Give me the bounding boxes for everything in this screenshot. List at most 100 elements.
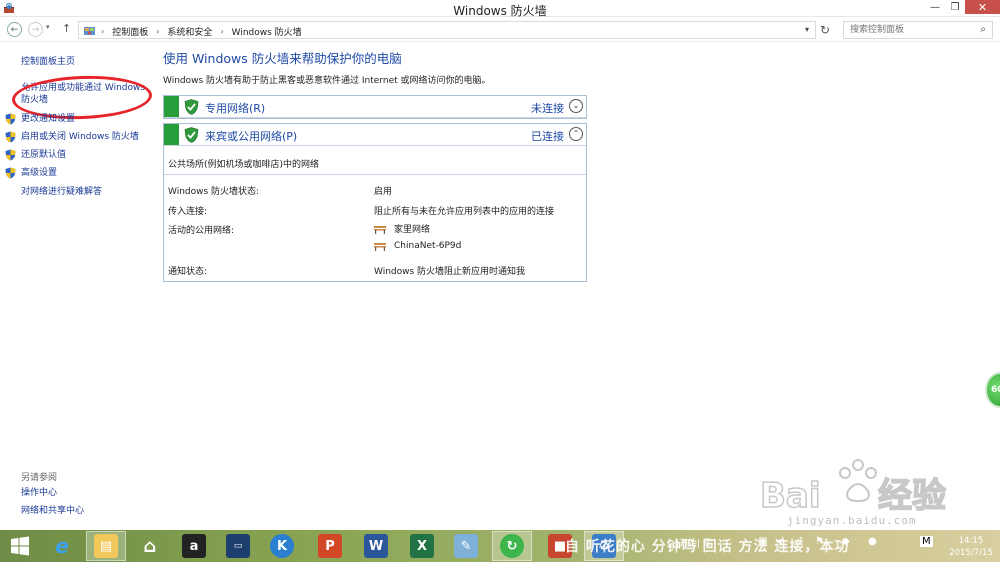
active-networks-label: 活动的公用网络: [168, 226, 235, 236]
network-item: ChinaNet-6P9d [374, 241, 461, 251]
allow-app-link-line2[interactable]: 防火墙 [21, 95, 48, 106]
public-network-bench-icon [374, 243, 386, 251]
breadcrumb-control-panel[interactable]: 控制面板 [112, 25, 148, 38]
minimize-button[interactable]: — [925, 0, 945, 14]
file-explorer-icon: ▤ [94, 534, 118, 558]
firewall-state-value: 启用 [374, 187, 393, 197]
breadcrumb-separator-icon[interactable]: › [220, 27, 223, 36]
see-also-heading: 另请参阅 [21, 473, 58, 483]
restore-defaults-link[interactable]: 还原默认值 [21, 149, 66, 161]
back-button[interactable]: ← [7, 22, 22, 37]
control-panel-home-link[interactable]: 控制面板主页 [21, 57, 75, 68]
paint-icon: ✎ [454, 534, 478, 558]
title-bar: Windows 防火墙 — ❐ ✕ [0, 0, 1000, 18]
page-description: Windows 防火墙有助于防止黑客或恶意软件通过 Internet 或网络访问… [163, 76, 491, 86]
restore-defaults-item[interactable]: 还原默认值 [5, 149, 66, 161]
firewall-state-label: Windows 防火墙状态: [168, 187, 260, 197]
maximize-button[interactable]: ❐ [945, 0, 965, 14]
address-dropdown-icon[interactable]: ▾ [805, 25, 809, 34]
breadcrumb-system-security[interactable]: 系统和安全 [167, 25, 212, 38]
allow-app-link-line1[interactable]: 允许应用或功能通过 Windows [21, 83, 145, 94]
public-network-header[interactable]: 来宾或公用网络(P) 已连接 ⌃ [164, 124, 586, 146]
advanced-settings-link[interactable]: 高级设置 [21, 167, 57, 179]
refresh-icon[interactable]: ↻ [820, 23, 830, 37]
public-network-bench-icon [374, 225, 386, 234]
network-sharing-center-link[interactable]: 网络和共享中心 [21, 506, 84, 517]
status-green-bar [164, 124, 179, 145]
windows-logo-icon [11, 536, 29, 556]
uac-shield-icon [5, 131, 16, 143]
left-navigation-pane: 控制面板主页 允许应用或功能通过 Windows 防火墙 更改通知设置 启用或关… [0, 43, 158, 530]
taskbar-file-explorer[interactable]: ▤ [86, 531, 126, 561]
address-box[interactable]: › 控制面板 › 系统和安全 › Windows 防火墙 ▾ [78, 21, 816, 39]
network-name: ChinaNet-6P9d [394, 241, 462, 251]
taskbar-excel[interactable]: X [402, 531, 442, 561]
home-icon: ⌂ [143, 535, 157, 557]
powerpoint-icon: P [318, 534, 342, 558]
close-button[interactable]: ✕ [965, 0, 1000, 14]
troubleshoot-link[interactable]: 对网络进行疑难解答 [21, 187, 102, 198]
forward-button[interactable]: → [28, 22, 43, 37]
taskbar-ie[interactable]: e [42, 531, 82, 561]
taskbar-word[interactable]: W [356, 531, 396, 561]
green-check-shield-icon [184, 99, 199, 115]
private-network-section: 专用网络(R) 未连接 ⌄ [163, 95, 587, 119]
taskbar-home[interactable]: ⌂ [130, 531, 170, 561]
public-network-title: 来宾或公用网络(P) [205, 130, 298, 143]
incoming-connections-value: 阻止所有与未在允许应用列表中的应用的连接 [374, 207, 555, 217]
taskbar-lenovo[interactable]: ▭ [218, 531, 258, 561]
chevron-up-icon[interactable]: ⌃ [569, 127, 583, 141]
public-network-status: 已连接 [531, 130, 564, 143]
uac-shield-icon [5, 113, 16, 125]
clock-date: 2015/7/15 [949, 548, 993, 558]
page-title: 使用 Windows 防火墙来帮助保护你的电脑 [163, 51, 402, 66]
taskbar-paint[interactable]: ✎ [446, 531, 486, 561]
tray-app-icon[interactable]: ● [868, 536, 877, 547]
breadcrumb-separator-icon[interactable]: › [101, 27, 104, 36]
change-notify-link[interactable]: 更改通知设置 [21, 113, 75, 125]
taskbar-k-app[interactable]: K [262, 531, 302, 561]
change-notify-item[interactable]: 更改通知设置 [5, 113, 75, 125]
word-icon: W [364, 534, 388, 558]
start-button[interactable] [0, 531, 40, 561]
breadcrumb-windows-firewall[interactable]: Windows 防火墙 [232, 25, 302, 38]
network-name: 家里网络 [394, 225, 431, 235]
action-center-link[interactable]: 操作中心 [21, 488, 57, 499]
excel-icon: X [410, 534, 434, 558]
notification-state-value: Windows 防火墙阻止新应用时通知我 [374, 267, 526, 277]
taskbar-caption-overlay: 自 听花的心 分钟吗 回话 方法 连接，本功 [565, 539, 850, 555]
recent-pages-dropdown[interactable]: ▾ [46, 23, 50, 31]
monitor-icon: ▭ [226, 534, 250, 558]
uac-shield-icon [5, 167, 16, 179]
clock-time: 14:15 [958, 536, 984, 546]
uac-shield-icon [5, 149, 16, 161]
system-clock[interactable]: 14:15 2015/7/15 [945, 535, 997, 559]
chevron-down-icon[interactable]: ⌄ [569, 99, 583, 113]
watermark-url: jingyan.baidu.com [787, 514, 917, 527]
breadcrumb: › 控制面板 › 系统和安全 › Windows 防火墙 [101, 25, 302, 38]
taskbar: e ▤ ⌂ a ▭ K P W X ✎ ↻ ■ ⚙ |开始| 零 ▦ ◂) ♪ … [0, 530, 1000, 562]
toggle-firewall-item[interactable]: 启用或关闭 Windows 防火墙 [5, 131, 139, 143]
search-input[interactable] [844, 22, 969, 38]
ime-indicator[interactable]: M [920, 536, 933, 547]
green-circle-app-icon: ↻ [500, 534, 524, 558]
status-green-bar [164, 96, 179, 117]
public-network-description: 公共场所(例如机场或咖啡店)中的网络 [168, 160, 320, 170]
advanced-settings-item[interactable]: 高级设置 [5, 167, 57, 179]
speed-ball-label: 60 [991, 385, 1000, 395]
internet-explorer-icon: e [55, 534, 69, 558]
amazon-icon: a [182, 534, 206, 558]
up-arrow-icon[interactable]: ↑ [62, 22, 71, 35]
toggle-firewall-link[interactable]: 启用或关闭 Windows 防火墙 [21, 131, 139, 143]
search-box[interactable]: ⌕ [843, 21, 993, 39]
search-icon[interactable]: ⌕ [980, 24, 986, 35]
private-network-title: 专用网络(R) [205, 102, 266, 115]
private-network-header[interactable]: 专用网络(R) 未连接 ⌄ [164, 96, 586, 118]
taskbar-green-app[interactable]: ↻ [492, 531, 532, 561]
svg-text:Bai: Bai [760, 476, 821, 516]
floating-speed-ball[interactable]: 60 [985, 372, 1000, 408]
taskbar-amazon[interactable]: a [174, 531, 214, 561]
svg-text:经验: 经验 [878, 476, 946, 516]
breadcrumb-separator-icon[interactable]: › [156, 27, 159, 36]
taskbar-powerpoint[interactable]: P [310, 531, 350, 561]
